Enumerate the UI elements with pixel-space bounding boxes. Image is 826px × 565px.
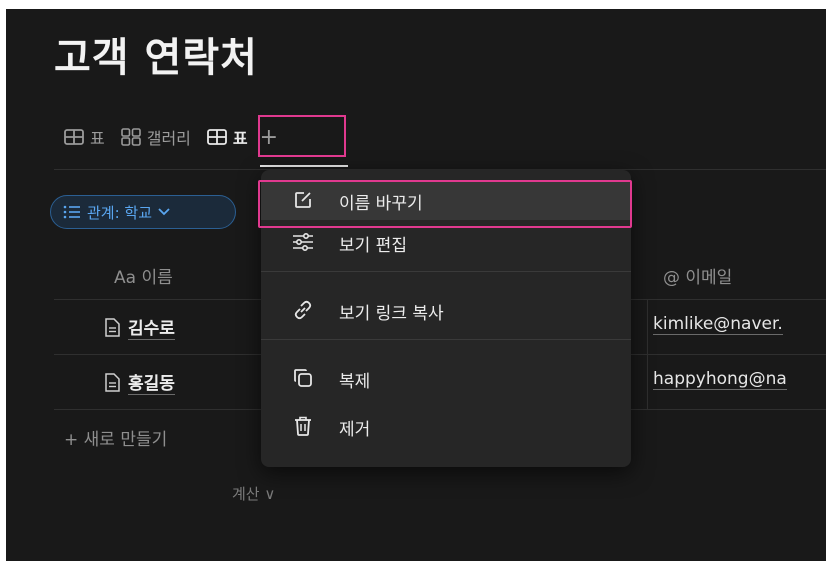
row-name-cell[interactable]: 김수로 — [104, 314, 175, 340]
filter-chip[interactable]: 관계: 학교 — [50, 195, 236, 229]
tab-label: 표 — [90, 129, 105, 148]
trash-icon — [295, 416, 311, 436]
table-icon — [207, 129, 227, 145]
tab-table-active[interactable]: 표 — [207, 125, 248, 149]
row-name: 김수로 — [128, 314, 175, 340]
row-email[interactable]: happyhong@na — [653, 369, 787, 390]
row-name-cell[interactable]: 홍길동 — [104, 369, 175, 395]
menu-item-duplicate[interactable]: 복제 — [261, 358, 631, 398]
menu-divider — [261, 271, 631, 272]
page-title: 고객 연락처 — [54, 35, 258, 81]
gallery-icon — [120, 128, 141, 146]
app-window: 고객 연락처 표 갤러리 표 + 관계: 학교 Aa 이름 @ 이메일 김수로 … — [6, 9, 826, 561]
tab-label: 표 — [232, 129, 248, 148]
active-tab-underline — [260, 165, 348, 167]
highlight-box-tab — [258, 115, 346, 157]
row-name: 홍길동 — [128, 369, 175, 395]
chevron-down-icon — [158, 208, 170, 216]
menu-divider — [261, 339, 631, 340]
column-divider — [647, 300, 648, 355]
column-header-email[interactable]: @ 이메일 — [663, 263, 732, 288]
menu-item-label: 복제 — [339, 372, 371, 392]
menu-item-label: 보기 편집 — [339, 236, 407, 256]
menu-item-label: 제거 — [339, 420, 371, 440]
list-icon — [63, 205, 80, 219]
row-email[interactable]: kimlike@naver. — [653, 314, 783, 335]
sliders-icon — [293, 232, 313, 252]
menu-item-remove[interactable]: 제거 — [261, 406, 631, 446]
calculate-button[interactable]: 계산 ∨ — [232, 483, 275, 504]
page-icon — [105, 317, 120, 337]
menu-item-edit-view[interactable]: 보기 편집 — [261, 222, 631, 262]
tab-gallery[interactable]: 갤러리 — [120, 125, 191, 149]
new-row-button[interactable]: + 새로 만들기 — [64, 425, 167, 450]
column-divider — [647, 355, 648, 410]
menu-item-copy-link[interactable]: 보기 링크 복사 — [261, 290, 631, 330]
column-header-name[interactable]: Aa 이름 — [114, 263, 173, 288]
view-tabs: 표 갤러리 표 + — [64, 121, 278, 153]
filter-label: 관계: 학교 — [87, 203, 153, 222]
link-icon — [294, 300, 312, 320]
page-icon — [105, 372, 120, 392]
menu-item-label: 보기 링크 복사 — [339, 304, 444, 324]
tab-table-1[interactable]: 표 — [64, 125, 105, 149]
duplicate-icon — [294, 369, 312, 387]
tab-label: 갤러리 — [146, 129, 191, 148]
table-icon — [64, 129, 84, 145]
highlight-box-rename — [258, 180, 632, 228]
